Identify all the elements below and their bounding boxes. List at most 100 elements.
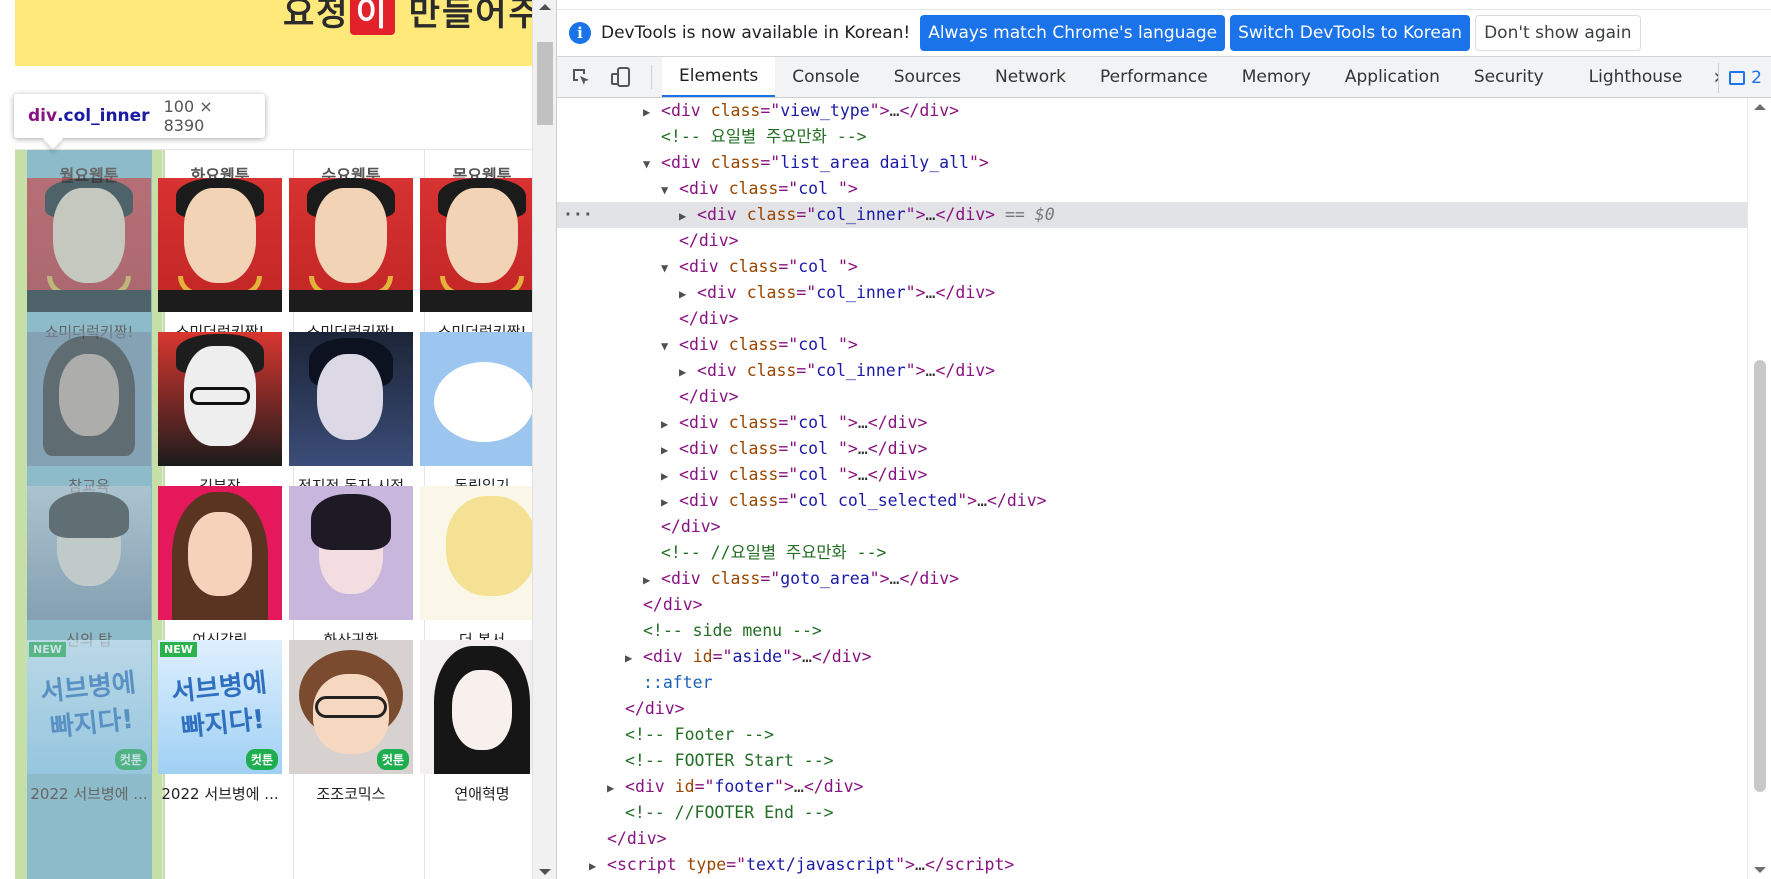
expand-arrow-icon[interactable]: ▶: [589, 853, 607, 879]
expand-arrow-icon[interactable]: ▶: [661, 489, 679, 515]
tab-network[interactable]: Network: [978, 57, 1083, 97]
scroll-down-icon[interactable]: [539, 869, 551, 875]
webtoon-item[interactable]: 연애혁명: [420, 640, 532, 804]
dont-show-again-button[interactable]: Don't show again: [1475, 15, 1641, 51]
page-scrollbar[interactable]: [532, 0, 556, 879]
dom-node[interactable]: ▶ <div class="col_inner">…</div>: [557, 280, 1748, 306]
dom-node[interactable]: ▶ <script type="text/javascript">…</scrip…: [557, 852, 1748, 878]
thumbnail[interactable]: [158, 486, 282, 620]
thumbnail[interactable]: [27, 332, 151, 466]
dom-node[interactable]: ▶ <div class="col ">…</div>: [557, 436, 1748, 462]
expand-arrow-icon[interactable]: ▶: [643, 99, 661, 125]
webtoon-item[interactable]: 김부장: [158, 332, 282, 496]
dom-node[interactable]: ▼ <div class="col ">: [557, 332, 1748, 358]
webtoon-item[interactable]: 화산귀환: [289, 486, 413, 650]
webtoon-item[interactable]: 컷툰 조조코믹스: [289, 640, 413, 804]
dom-close-tag[interactable]: </div>: [557, 384, 1748, 410]
thumbnail[interactable]: 서브병에 빠지다! NEW 컷툰: [158, 640, 282, 774]
webtoon-item[interactable]: 쇼미더럭키짱!: [420, 178, 532, 342]
webtoon-title[interactable]: 2022 서브병에 ...: [150, 783, 290, 804]
dom-node[interactable]: ▶ <div class="view_type">…</div>: [557, 98, 1748, 124]
thumbnail[interactable]: 컷툰: [289, 640, 413, 774]
webtoon-item[interactable]: 쇼미더럭키짱!: [158, 178, 282, 342]
expand-arrow-icon[interactable]: ▶: [661, 437, 679, 463]
dom-node[interactable]: ▶ <div class="col ">…</div>: [557, 410, 1748, 436]
inspect-element-icon[interactable]: [561, 57, 601, 97]
expand-arrow-icon[interactable]: ▶: [679, 359, 697, 385]
dom-node[interactable]: ▼ <div class="col ">: [557, 176, 1748, 202]
dom-comment[interactable]: <!-- FOOTER Start -->: [557, 748, 1748, 774]
dom-node[interactable]: ▶ <div id="footer">…</div>: [557, 774, 1748, 800]
tab-console[interactable]: Console: [775, 57, 877, 97]
webtoon-item[interactable]: 서브병에 빠지다! NEW 컷툰 2022 서브병에 ...: [27, 640, 151, 804]
dom-node[interactable]: ▶ <div class="col ">…</div>: [557, 462, 1748, 488]
dom-comment[interactable]: <!-- Footer -->: [557, 722, 1748, 748]
thumbnail[interactable]: [27, 178, 151, 312]
thumbnail[interactable]: 서브병에 빠지다! NEW 컷툰: [27, 640, 151, 774]
elements-scrollbar[interactable]: [1747, 98, 1771, 879]
expand-arrow-icon[interactable]: ▶: [661, 463, 679, 489]
expand-arrow-icon[interactable]: ▶: [643, 567, 661, 593]
collapse-arrow-icon[interactable]: ▼: [643, 151, 661, 177]
dom-close-tag[interactable]: </div>: [557, 592, 1748, 618]
dom-close-tag[interactable]: </div>: [557, 228, 1748, 254]
issues-button[interactable]: 2: [1718, 63, 1771, 93]
dom-close-tag[interactable]: </div>: [557, 306, 1748, 332]
dom-close-tag[interactable]: </div>: [557, 696, 1748, 722]
webtoon-item[interactable]: 신의 탑: [27, 486, 151, 650]
dom-node[interactable]: ▼ <div class="list_area daily_all">: [557, 150, 1748, 176]
scroll-down-icon[interactable]: [1754, 867, 1766, 873]
top-banner[interactable]: 요정 이 만들어주: [15, 0, 532, 66]
dom-close-tag[interactable]: </div>: [557, 514, 1748, 540]
dom-comment[interactable]: <!-- //요일별 주요만화 -->: [557, 540, 1748, 566]
tab-sources[interactable]: Sources: [877, 57, 978, 97]
webtoon-title[interactable]: 2022 서브병에 ...: [19, 783, 159, 804]
elements-scrollbar-thumb[interactable]: [1754, 360, 1766, 792]
thumbnail[interactable]: [289, 332, 413, 466]
tab-performance[interactable]: Performance: [1083, 57, 1225, 97]
thumbnail[interactable]: [420, 486, 532, 620]
dom-pseudo[interactable]: ::after: [557, 670, 1748, 696]
dom-node[interactable]: ▼ <div class="col ">: [557, 254, 1748, 280]
thumbnail[interactable]: [158, 178, 282, 312]
webtoon-title[interactable]: 연애혁명: [412, 783, 532, 804]
dom-node[interactable]: ▶ <div class="col_inner">…</div>: [557, 358, 1748, 384]
webtoon-item[interactable]: 참교육: [27, 332, 151, 496]
thumbnail[interactable]: [420, 640, 532, 774]
expand-arrow-icon[interactable]: ▶: [679, 203, 697, 229]
webtoon-item[interactable]: 전지적 독자 시점: [289, 332, 413, 496]
dom-node-selected[interactable]: ··· ▶ <div class="col_inner">…</div> == $0: [557, 202, 1748, 228]
thumbnail[interactable]: [420, 178, 532, 312]
webtoon-item[interactable]: 더 복서: [420, 486, 532, 650]
tab-memory[interactable]: Memory: [1225, 57, 1328, 97]
thumbnail[interactable]: [289, 486, 413, 620]
tab-security[interactable]: Security: [1457, 57, 1561, 97]
scroll-up-icon[interactable]: [539, 4, 551, 10]
webtoon-title[interactable]: 조조코믹스: [281, 783, 421, 804]
device-toolbar-icon[interactable]: [601, 57, 641, 97]
expand-arrow-icon[interactable]: ▶: [607, 775, 625, 801]
more-options-icon[interactable]: ···: [563, 202, 593, 228]
dom-comment[interactable]: <!-- side menu -->: [557, 618, 1748, 644]
webtoon-item[interactable]: 쇼미더럭키짱!: [289, 178, 413, 342]
always-match-language-button[interactable]: Always match Chrome's language: [920, 15, 1226, 51]
collapse-arrow-icon[interactable]: ▼: [661, 255, 679, 281]
dom-node[interactable]: ▶ <div id="aside">…</div>: [557, 644, 1748, 670]
webtoon-item[interactable]: 쇼미더럭키짱!: [27, 178, 151, 342]
dom-node[interactable]: ▶ <div class="goto_area">…</div>: [557, 566, 1748, 592]
thumbnail[interactable]: [420, 332, 532, 466]
switch-to-korean-button[interactable]: Switch DevTools to Korean: [1230, 15, 1471, 51]
tab-elements[interactable]: Elements: [662, 57, 776, 97]
tab-lighthouse[interactable]: Lighthouse: [1561, 57, 1700, 97]
collapse-arrow-icon[interactable]: ▼: [661, 333, 679, 359]
dom-comment[interactable]: <!-- //FOOTER End -->: [557, 800, 1748, 826]
thumbnail[interactable]: [289, 178, 413, 312]
webtoon-item[interactable]: 서브병에 빠지다! NEW 컷툰 2022 서브병에 ...: [158, 640, 282, 804]
scroll-up-icon[interactable]: [1754, 104, 1766, 110]
collapse-arrow-icon[interactable]: ▼: [661, 177, 679, 203]
thumbnail[interactable]: [158, 332, 282, 466]
expand-arrow-icon[interactable]: ▶: [661, 411, 679, 437]
dom-node[interactable]: ▶ <div class="col col_selected">…</div>: [557, 488, 1748, 514]
dom-comment[interactable]: <!-- 요일별 주요만화 -->: [557, 124, 1748, 150]
thumbnail[interactable]: [27, 486, 151, 620]
